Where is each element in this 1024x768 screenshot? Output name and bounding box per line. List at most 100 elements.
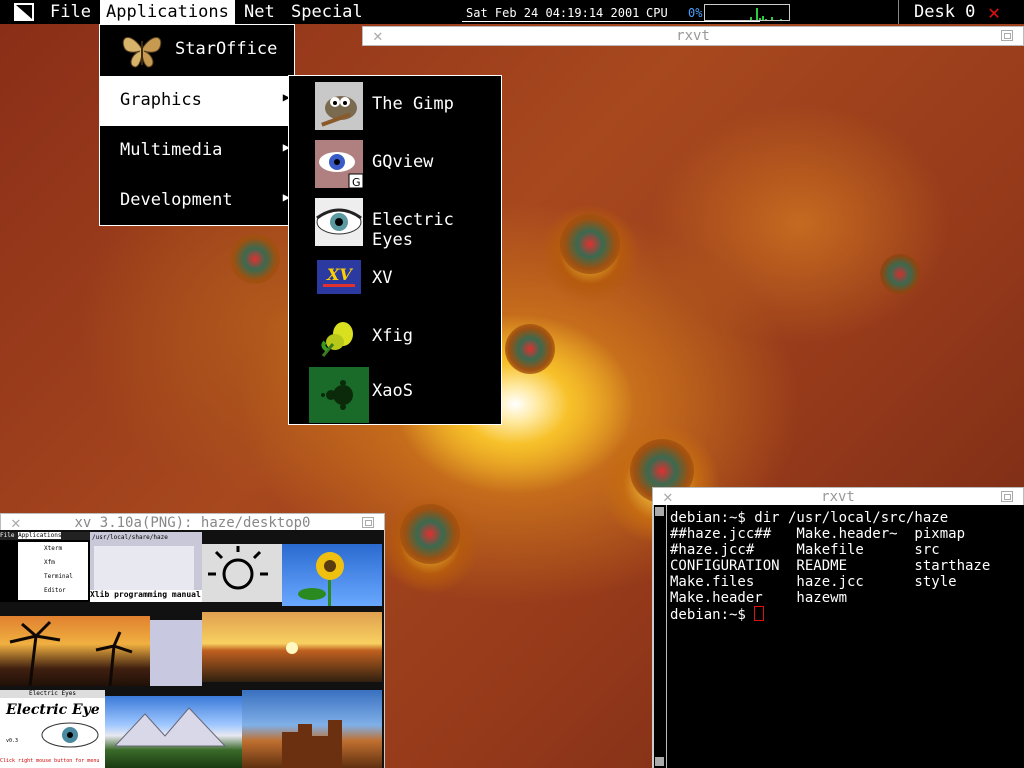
terminal-scrollbar[interactable]: [654, 505, 667, 768]
ee-logo-text: Electric Eye: [6, 702, 100, 718]
cpu-load-graph: [704, 4, 790, 21]
fractal-spiral: [230, 234, 280, 284]
terminal-prompt: debian:~$: [670, 607, 755, 623]
fractal-spiral: [880, 254, 920, 294]
menu-item-label: Electric Eyes: [372, 210, 454, 250]
mini-submenu-item: Terminal: [44, 573, 73, 580]
menu-item-label: XaoS: [372, 381, 413, 401]
rxvt-top-titlebar[interactable]: ✕ rxvt: [362, 26, 1024, 46]
mini-file-list: [94, 546, 194, 590]
fractal-spiral: [400, 504, 460, 564]
mini-submenu-item: Xterm: [44, 545, 63, 552]
menu-item-multimedia[interactable]: Multimedia ▶: [100, 126, 294, 176]
menu-file[interactable]: File: [44, 0, 97, 24]
cpu-label: CPU: [646, 6, 668, 20]
svg-text:G: G: [352, 176, 361, 188]
mini-submenu-item: Editor: [44, 587, 66, 594]
menu-item-label: Xfig: [372, 326, 413, 346]
mini-panel: File Applications: [0, 532, 90, 540]
root-menu-icon[interactable]: [14, 3, 34, 21]
thumb-file-manager: /usr/local/share/haze Xlib programming m…: [90, 532, 202, 602]
ee-caption: Electric Eyes: [0, 690, 105, 698]
electric-eyes-icon: [315, 198, 363, 246]
window-title: rxvt: [821, 489, 855, 505]
thumb-sea-sunset: [202, 612, 382, 682]
sun-sketch-icon: [208, 546, 268, 590]
thumb-electric-eyes: Electric Eyes Electric Eye v0.3 Click ri…: [0, 690, 105, 768]
desk-label[interactable]: Desk 0: [914, 0, 975, 24]
mini-submenu-item: Xfm: [44, 559, 55, 566]
menu-item-xfig[interactable]: Xfig: [289, 312, 501, 366]
gqview-icon: G: [315, 140, 363, 188]
xv-icon: XV: [317, 260, 361, 294]
close-icon[interactable]: ✕: [988, 0, 1000, 24]
palm-tree-icon: [9, 620, 133, 686]
menu-item-the-gimp[interactable]: The Gimp: [289, 80, 501, 134]
menu-item-development[interactable]: Development ▶: [100, 176, 294, 226]
menu-item-xv[interactable]: XV XV: [289, 254, 501, 308]
butterfly-icon: [122, 37, 162, 68]
menu-item-label: XV: [372, 268, 393, 288]
cpu-graph-bar: [780, 19, 782, 20]
cpu-graph-bar: [750, 17, 752, 20]
mini-path: /usr/local/share/haze: [92, 534, 168, 541]
mountain-icon: [113, 707, 227, 747]
mini-menu-label: File: [0, 532, 15, 539]
mini-menu-label: Applications: [18, 532, 62, 539]
menu-item-label: Development: [120, 190, 233, 210]
svg-text:XV: XV: [326, 265, 353, 284]
menu-applications[interactable]: Applications: [100, 0, 235, 24]
thumb-mini-menu: File Applications Xterm Xfm Terminal Edi…: [0, 532, 90, 602]
menu-special[interactable]: Special: [285, 0, 369, 24]
menu-net[interactable]: Net: [238, 0, 281, 24]
panel-underline: [462, 21, 760, 22]
xlib-caption: Xlib programming manual fi: [90, 590, 202, 602]
cpu-graph-bar: [762, 16, 764, 20]
menu-item-gqview[interactable]: G GQview: [289, 138, 501, 192]
gimp-icon: [315, 82, 363, 130]
fractal-spiral: [560, 214, 620, 274]
mini-submenu: Xterm Xfm Terminal Editor: [18, 542, 88, 600]
thumb-sketch: [202, 544, 282, 602]
terminal-line: Make.files haze.jcc style: [670, 574, 957, 590]
thumb-ruins: [242, 690, 382, 768]
xaos-icon: [309, 367, 369, 423]
ee-version: v0.3: [6, 738, 19, 744]
menu-item-staroffice[interactable]: StarOffice: [100, 25, 294, 75]
fractal-spiral: [505, 324, 555, 374]
thumb-palm-sunset: [0, 616, 150, 686]
applications-menu: StarOffice Graphics ▶ Multimedia ▶ Devel…: [99, 24, 295, 226]
panel-separator: [898, 0, 899, 24]
rxvt-bottom-titlebar[interactable]: ✕ rxvt: [652, 487, 1024, 506]
scroll-down-icon[interactable]: [655, 757, 664, 766]
xv-image-window[interactable]: File Applications Xterm Xfm Terminal Edi…: [0, 530, 385, 768]
menu-item-graphics[interactable]: Graphics ▶: [100, 76, 294, 126]
sunflower-icon: [298, 552, 344, 606]
cpu-graph-bar: [756, 8, 758, 20]
terminal-line: CONFIGURATION README starthaze: [670, 558, 991, 574]
window-maximize-icon[interactable]: [1001, 30, 1013, 41]
ee-footer: Click right mouse button for menu: [0, 758, 100, 764]
menu-item-xaos[interactable]: XaoS: [289, 367, 501, 423]
cpu-graph-bar: [771, 17, 773, 20]
clock: Sat Feb 24 04:19:14 2001: [466, 6, 640, 20]
window-maximize-icon[interactable]: [1001, 491, 1013, 502]
terminal-prompt-line: debian:~$: [670, 606, 765, 623]
window-title: rxvt: [676, 28, 710, 44]
menu-item-label: StarOffice: [175, 39, 278, 59]
eye-icon: [41, 722, 99, 748]
top-panel: File Applications Net Special Sat Feb 24…: [0, 0, 1024, 24]
sun-icon: [286, 642, 298, 654]
thumb-mountains: [105, 696, 242, 768]
menu-item-electric-eyes[interactable]: Electric Eyes: [289, 196, 501, 250]
cpu-graph-bar: [759, 18, 761, 20]
xfig-icon: [321, 322, 353, 357]
terminal-line: ##haze.jcc## Make.header~ pixmap: [670, 526, 966, 542]
scroll-up-icon[interactable]: [655, 507, 664, 516]
terminal-line: debian:~$ dir /usr/local/src/haze: [670, 510, 949, 526]
menu-item-label: GQview: [372, 152, 434, 172]
terminal[interactable]: debian:~$ dir /usr/local/src/haze ##haze…: [652, 505, 1024, 768]
menu-item-label: Multimedia: [120, 140, 223, 160]
thumb-sunflower: [282, 544, 382, 606]
window-maximize-icon[interactable]: [362, 517, 374, 528]
